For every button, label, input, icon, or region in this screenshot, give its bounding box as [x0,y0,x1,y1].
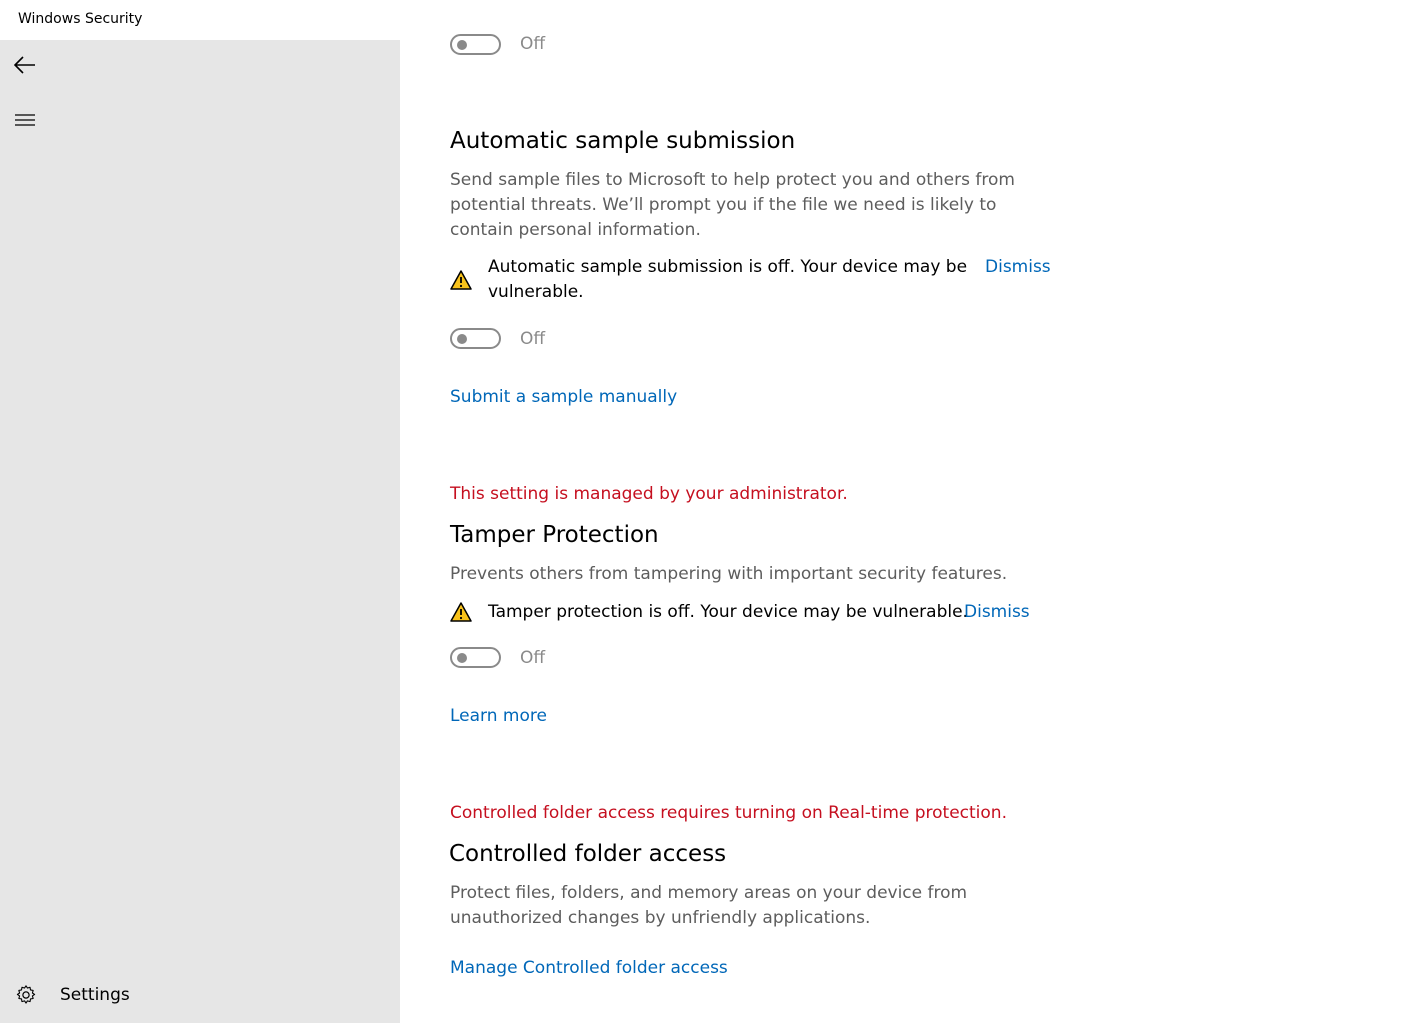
main-content: Off Automatic sample submission Send sam… [449,34,1350,1023]
hamburger-menu-icon [15,114,35,126]
menu-button[interactable] [0,98,50,142]
sample-submission-toggle[interactable] [450,328,501,349]
previous-setting-toggle-state: Off [520,34,546,54]
sample-submission-dismiss-link[interactable]: Dismiss [985,257,1051,277]
tamper-protection-warning: Tamper protection is off. Your device ma… [488,602,968,622]
tamper-protection-toggle[interactable] [450,647,501,668]
sample-submission-description: Send sample files to Microsoft to help p… [450,170,1015,240]
back-arrow-icon [14,56,35,74]
sample-submission-warning: Automatic sample submission is off. Your… [488,257,968,302]
back-button[interactable] [0,43,50,87]
tamper-admin-note: This setting is managed by your administ… [450,484,848,504]
tamper-protection-description: Prevents others from tampering with impo… [450,564,1008,584]
window-title: Windows Security [18,11,143,27]
tamper-protection-heading: Tamper Protection [450,522,659,548]
controlled-folder-admin-note: Controlled folder access requires turnin… [450,803,1007,823]
tamper-protection-toggle-state: Off [520,648,546,668]
tamper-protection-dismiss-link[interactable]: Dismiss [964,602,1030,622]
warning-triangle-icon [450,270,472,290]
sample-submission-toggle-state: Off [520,329,546,349]
controlled-folder-heading: Controlled folder access [449,841,727,867]
sidebar: Settings [0,40,400,1023]
manage-controlled-folder-link[interactable]: Manage Controlled folder access [450,958,728,978]
previous-setting-toggle[interactable] [450,34,501,55]
settings-label: Settings [60,985,130,1005]
submit-sample-manually-link[interactable]: Submit a sample manually [450,387,677,407]
settings-nav-item[interactable]: Settings [0,975,400,1015]
gear-icon [16,985,36,1004]
sample-submission-heading: Automatic sample submission [450,128,796,154]
learn-more-link[interactable]: Learn more [450,706,547,726]
warning-triangle-icon [450,602,472,622]
controlled-folder-description: Protect files, folders, and memory areas… [450,883,968,928]
title-bar: Windows Security [0,0,1403,40]
